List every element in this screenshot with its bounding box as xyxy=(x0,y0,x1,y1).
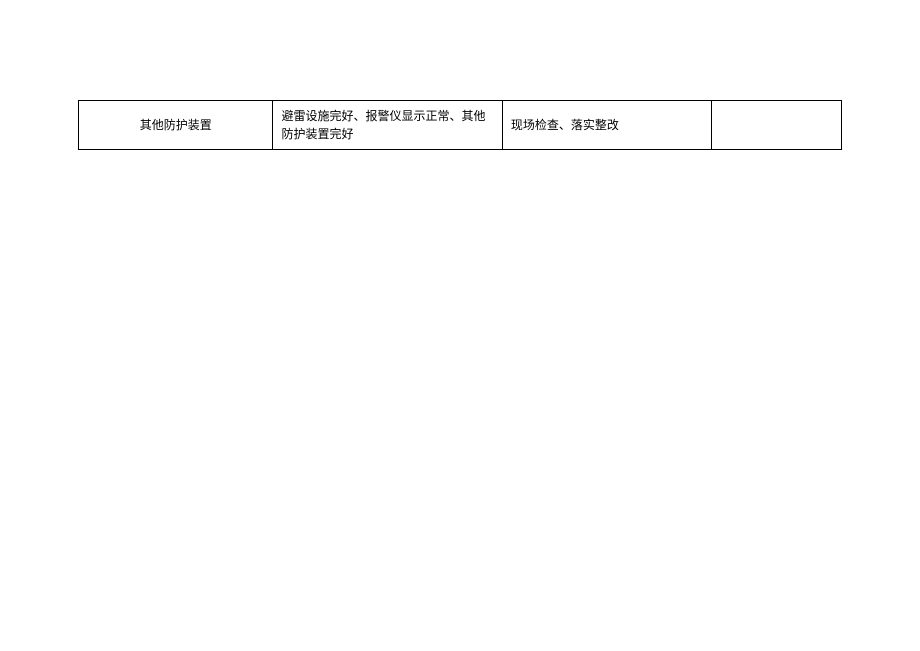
inspection-table: 其他防护装置 避雷设施完好、报警仪显示正常、其他防护装置完好 现场检查、落实整改 xyxy=(78,100,842,150)
document-page: 其他防护装置 避雷设施完好、报警仪显示正常、其他防护装置完好 现场检查、落实整改 xyxy=(0,0,920,150)
cell-item-name: 其他防护装置 xyxy=(79,101,273,150)
cell-requirement: 避雷设施完好、报警仪显示正常、其他防护装置完好 xyxy=(273,101,502,150)
table-row: 其他防护装置 避雷设施完好、报警仪显示正常、其他防护装置完好 现场检查、落实整改 xyxy=(79,101,842,150)
cell-remark xyxy=(712,101,842,150)
cell-method: 现场检查、落实整改 xyxy=(502,101,711,150)
